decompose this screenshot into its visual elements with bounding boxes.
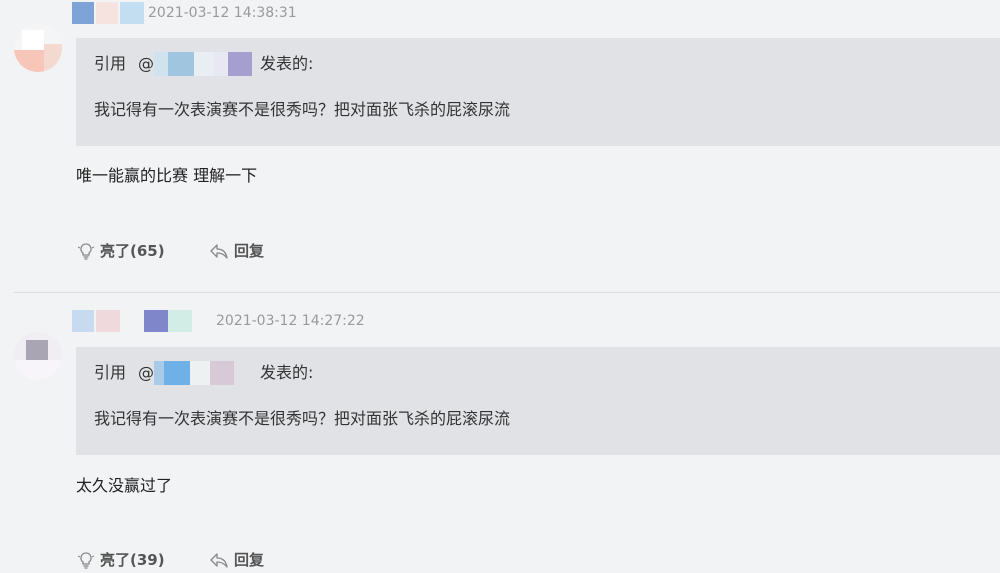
quote-block: 引用 @ 发表的: 我记得有一次表演赛不是很秀吗？把对面张飞杀的屁滚尿流 bbox=[76, 347, 1000, 455]
like-count: 亮了(65) bbox=[100, 242, 165, 260]
quote-text: 我记得有一次表演赛不是很秀吗？把对面张飞杀的屁滚尿流 bbox=[94, 409, 511, 428]
quote-label: 引用 bbox=[94, 54, 127, 73]
reply-label: 回复 bbox=[234, 242, 265, 260]
like-count: 亮了(39) bbox=[100, 551, 165, 569]
reply-label: 回复 bbox=[234, 551, 265, 569]
quote-at-symbol: @ bbox=[138, 363, 154, 382]
comment-content: 太久没赢过了 bbox=[76, 476, 173, 495]
quote-action: 发表的: bbox=[260, 54, 314, 73]
reply-arrow-icon bbox=[210, 553, 228, 568]
comment-content: 唯一能赢的比赛 理解一下 bbox=[76, 166, 258, 185]
quote-action: 发表的: bbox=[260, 363, 314, 382]
quoted-username-pixelated[interactable] bbox=[154, 361, 274, 385]
lightbulb-like-icon bbox=[77, 243, 95, 260]
quote-block: 引用 @ 发表的: 我记得有一次表演赛不是很秀吗？把对面张飞杀的屁滚尿流 bbox=[76, 38, 1000, 146]
quote-text: 我记得有一次表演赛不是很秀吗？把对面张飞杀的屁滚尿流 bbox=[94, 100, 511, 119]
comment-item-1: 2021-03-12 14:38:31 引用 @ 发表的: 我记得有一次表演赛不… bbox=[0, 0, 1000, 292]
avatar[interactable] bbox=[14, 332, 62, 380]
lightbulb-like-icon bbox=[77, 552, 95, 569]
reply-arrow-icon bbox=[210, 244, 228, 259]
comment-divider bbox=[14, 292, 1000, 293]
timestamp: 2021-03-12 14:27:22 bbox=[216, 313, 365, 329]
quote-label: 引用 bbox=[94, 363, 127, 382]
timestamp: 2021-03-12 14:38:31 bbox=[148, 5, 297, 21]
quote-at-symbol: @ bbox=[138, 54, 154, 73]
comment-item-2: 2021-03-12 14:27:22 引用 @ 发表的: 我记得有一次表演赛不… bbox=[0, 294, 1000, 573]
quoted-username-pixelated[interactable] bbox=[154, 52, 274, 76]
avatar[interactable] bbox=[14, 24, 62, 72]
